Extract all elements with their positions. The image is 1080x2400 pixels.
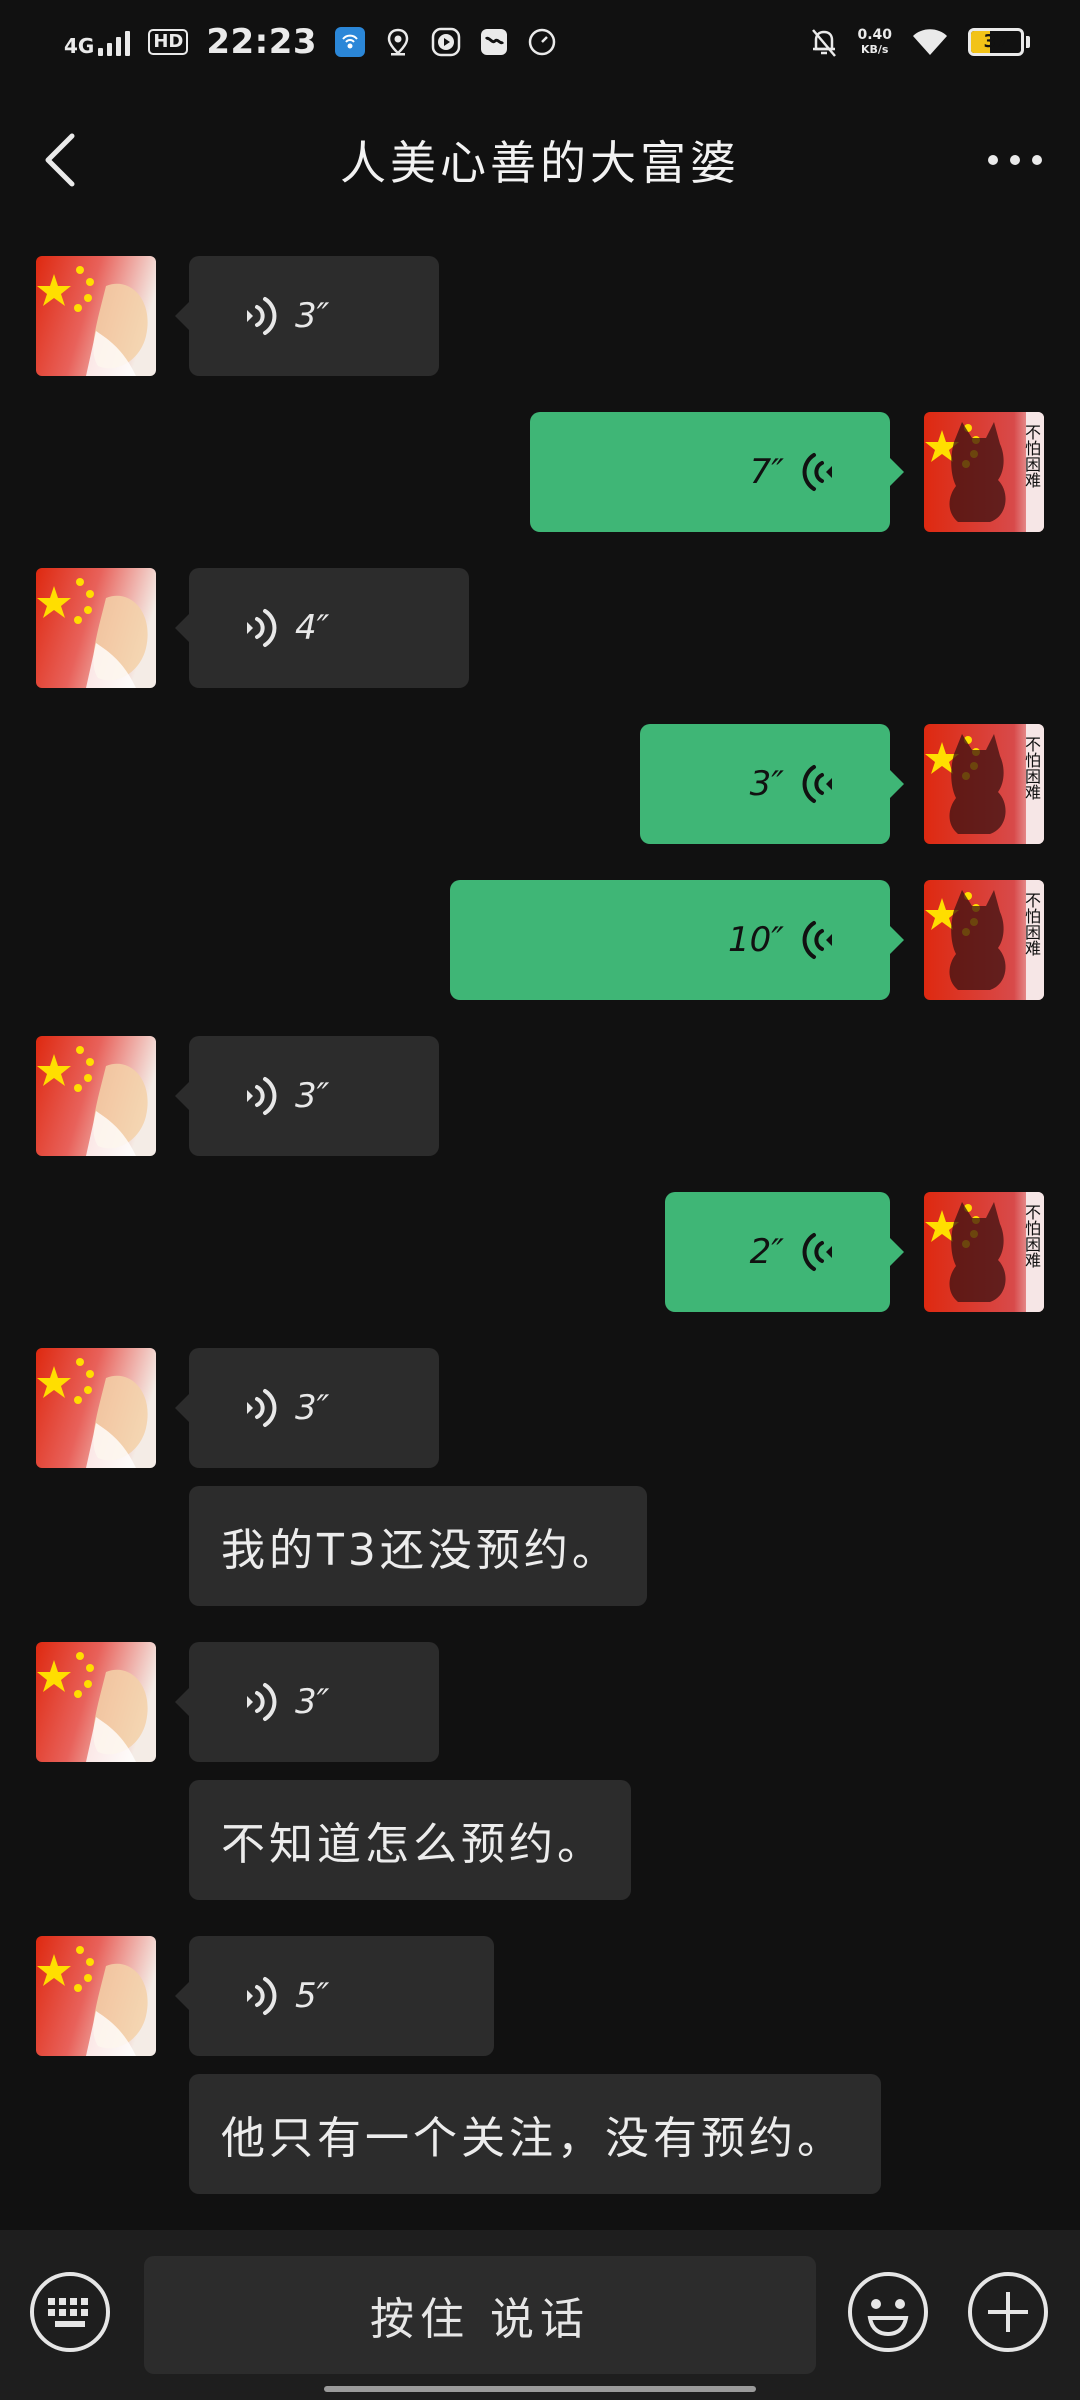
battery-tip	[1026, 36, 1030, 48]
more-button[interactable]	[980, 130, 1050, 190]
text-message-bubble[interactable]: 我的T3还没预约。	[189, 1486, 647, 1606]
keyboard-icon	[30, 2272, 110, 2352]
incoming-message: 4″	[0, 568, 1080, 688]
outgoing-message: 不怕困难 7″	[0, 412, 1080, 532]
incoming-message: 3″	[0, 1642, 1080, 1762]
voice-message-bubble[interactable]: 3″	[175, 1348, 439, 1468]
media-play-icon	[431, 27, 461, 57]
outgoing-message: 不怕困难 10″	[0, 880, 1080, 1000]
voice-message-bubble[interactable]: 3″	[175, 1036, 439, 1156]
net-speed-value: 0.40	[857, 26, 892, 43]
chat-header: 人美心善的大富婆	[0, 110, 1080, 210]
emoji-button[interactable]	[846, 2270, 930, 2354]
mute-bell-icon	[809, 27, 839, 57]
voice-wave-icon	[247, 1077, 277, 1115]
incoming-message: 3″	[0, 1348, 1080, 1468]
voice-wave-icon	[247, 609, 277, 647]
avatar-caption: 不怕困难	[1022, 736, 1041, 800]
voice-duration: 2″	[749, 1232, 784, 1272]
status-bar-left: 4G HD 22:23	[64, 22, 557, 62]
contact-avatar[interactable]	[36, 1642, 156, 1762]
net-speed: 0.40 KB/s	[857, 28, 892, 57]
voice-duration: 5″	[295, 1976, 330, 2016]
emoji-icon	[848, 2272, 928, 2352]
voice-duration: 3″	[295, 1682, 330, 1722]
network-type: 4G	[64, 34, 95, 58]
back-button[interactable]	[30, 130, 90, 190]
more-icon	[988, 155, 1042, 165]
chat-title: 人美心善的大富婆	[340, 136, 740, 190]
voice-duration: 4″	[295, 608, 330, 648]
voice-message-bubble[interactable]: 3″	[175, 1642, 439, 1762]
avatar-caption: 不怕困难	[1022, 1204, 1041, 1268]
voice-wave-icon	[802, 765, 832, 803]
voice-message-bubble[interactable]: 2″	[665, 1192, 904, 1312]
voice-message-bubble[interactable]: 4″	[175, 568, 469, 688]
incoming-message: 3″	[0, 1036, 1080, 1156]
battery-indicator: 37	[968, 28, 1030, 56]
hold-to-talk-button[interactable]: 按住 说话	[144, 2256, 816, 2374]
input-bar: 按住 说话	[0, 2230, 1080, 2400]
voice-wave-icon	[247, 1683, 277, 1721]
contact-avatar[interactable]	[36, 1036, 156, 1156]
battery-level: 37	[983, 31, 1009, 52]
home-indicator[interactable]	[324, 2386, 756, 2392]
voice-message-bubble[interactable]: 3″	[640, 724, 904, 844]
self-avatar[interactable]: 不怕困难	[924, 724, 1044, 844]
incoming-message: 他只有一个关注，没有预约。	[0, 2074, 1080, 2194]
voice-wave-icon	[247, 1389, 277, 1427]
incoming-message: 3″	[0, 256, 1080, 376]
self-avatar[interactable]: 不怕困难	[924, 412, 1044, 532]
voice-message-bubble[interactable]: 7″	[530, 412, 904, 532]
avatar-caption: 不怕困难	[1022, 424, 1041, 488]
voice-wave-icon	[802, 921, 832, 959]
self-avatar[interactable]: 不怕困难	[924, 1192, 1044, 1312]
voice-message-bubble[interactable]: 10″	[450, 880, 904, 1000]
location-icon	[383, 27, 413, 57]
status-bar-right: 0.40 KB/s 37	[809, 27, 1030, 57]
outgoing-message: 不怕困难 2″	[0, 1192, 1080, 1312]
wifi-hotspot-icon	[335, 27, 366, 57]
battery-icon: 37	[968, 28, 1024, 56]
voice-wave-icon	[247, 297, 277, 335]
text-message-bubble[interactable]: 他只有一个关注，没有预约。	[189, 2074, 881, 2194]
status-bar: 4G HD 22:23 0.40 KB/s 37	[0, 0, 1080, 84]
voice-wave-icon	[802, 1233, 832, 1271]
more-functions-button[interactable]	[966, 2270, 1050, 2354]
avatar-caption: 不怕困难	[1022, 892, 1041, 956]
voice-wave-icon	[247, 1977, 277, 2015]
incoming-message: 5″	[0, 1936, 1080, 2056]
voice-duration: 7″	[749, 452, 784, 492]
plus-icon	[968, 2272, 1048, 2352]
voice-duration: 3″	[295, 1076, 330, 1116]
contact-avatar[interactable]	[36, 256, 156, 376]
voice-duration: 10″	[728, 920, 784, 960]
voice-message-bubble[interactable]: 5″	[175, 1936, 494, 2056]
contact-avatar[interactable]	[36, 1936, 156, 2056]
status-clock: 22:23	[206, 22, 318, 62]
voice-duration: 3″	[295, 296, 330, 336]
keyboard-toggle-button[interactable]	[28, 2270, 112, 2354]
voice-duration: 3″	[295, 1388, 330, 1428]
back-arrow-icon	[45, 133, 75, 187]
outgoing-message: 不怕困难 3″	[0, 724, 1080, 844]
contact-avatar[interactable]	[36, 1348, 156, 1468]
timer-icon	[527, 27, 557, 57]
net-speed-unit: KB/s	[860, 42, 889, 56]
signal-icon	[98, 28, 131, 56]
voice-message-bubble[interactable]: 3″	[175, 256, 439, 376]
app-notification-icon	[479, 27, 509, 57]
incoming-message: 不知道怎么预约。	[0, 1780, 1080, 1900]
cellular-indicator: 4G	[64, 28, 131, 58]
voice-duration: 3″	[749, 764, 784, 804]
self-avatar[interactable]: 不怕困难	[924, 880, 1044, 1000]
voice-wave-icon	[802, 453, 832, 491]
text-message-bubble[interactable]: 不知道怎么预约。	[189, 1780, 631, 1900]
contact-avatar[interactable]	[36, 568, 156, 688]
wifi-icon	[910, 27, 950, 57]
incoming-message: 我的T3还没预约。	[0, 1486, 1080, 1606]
hd-badge: HD	[148, 29, 189, 55]
